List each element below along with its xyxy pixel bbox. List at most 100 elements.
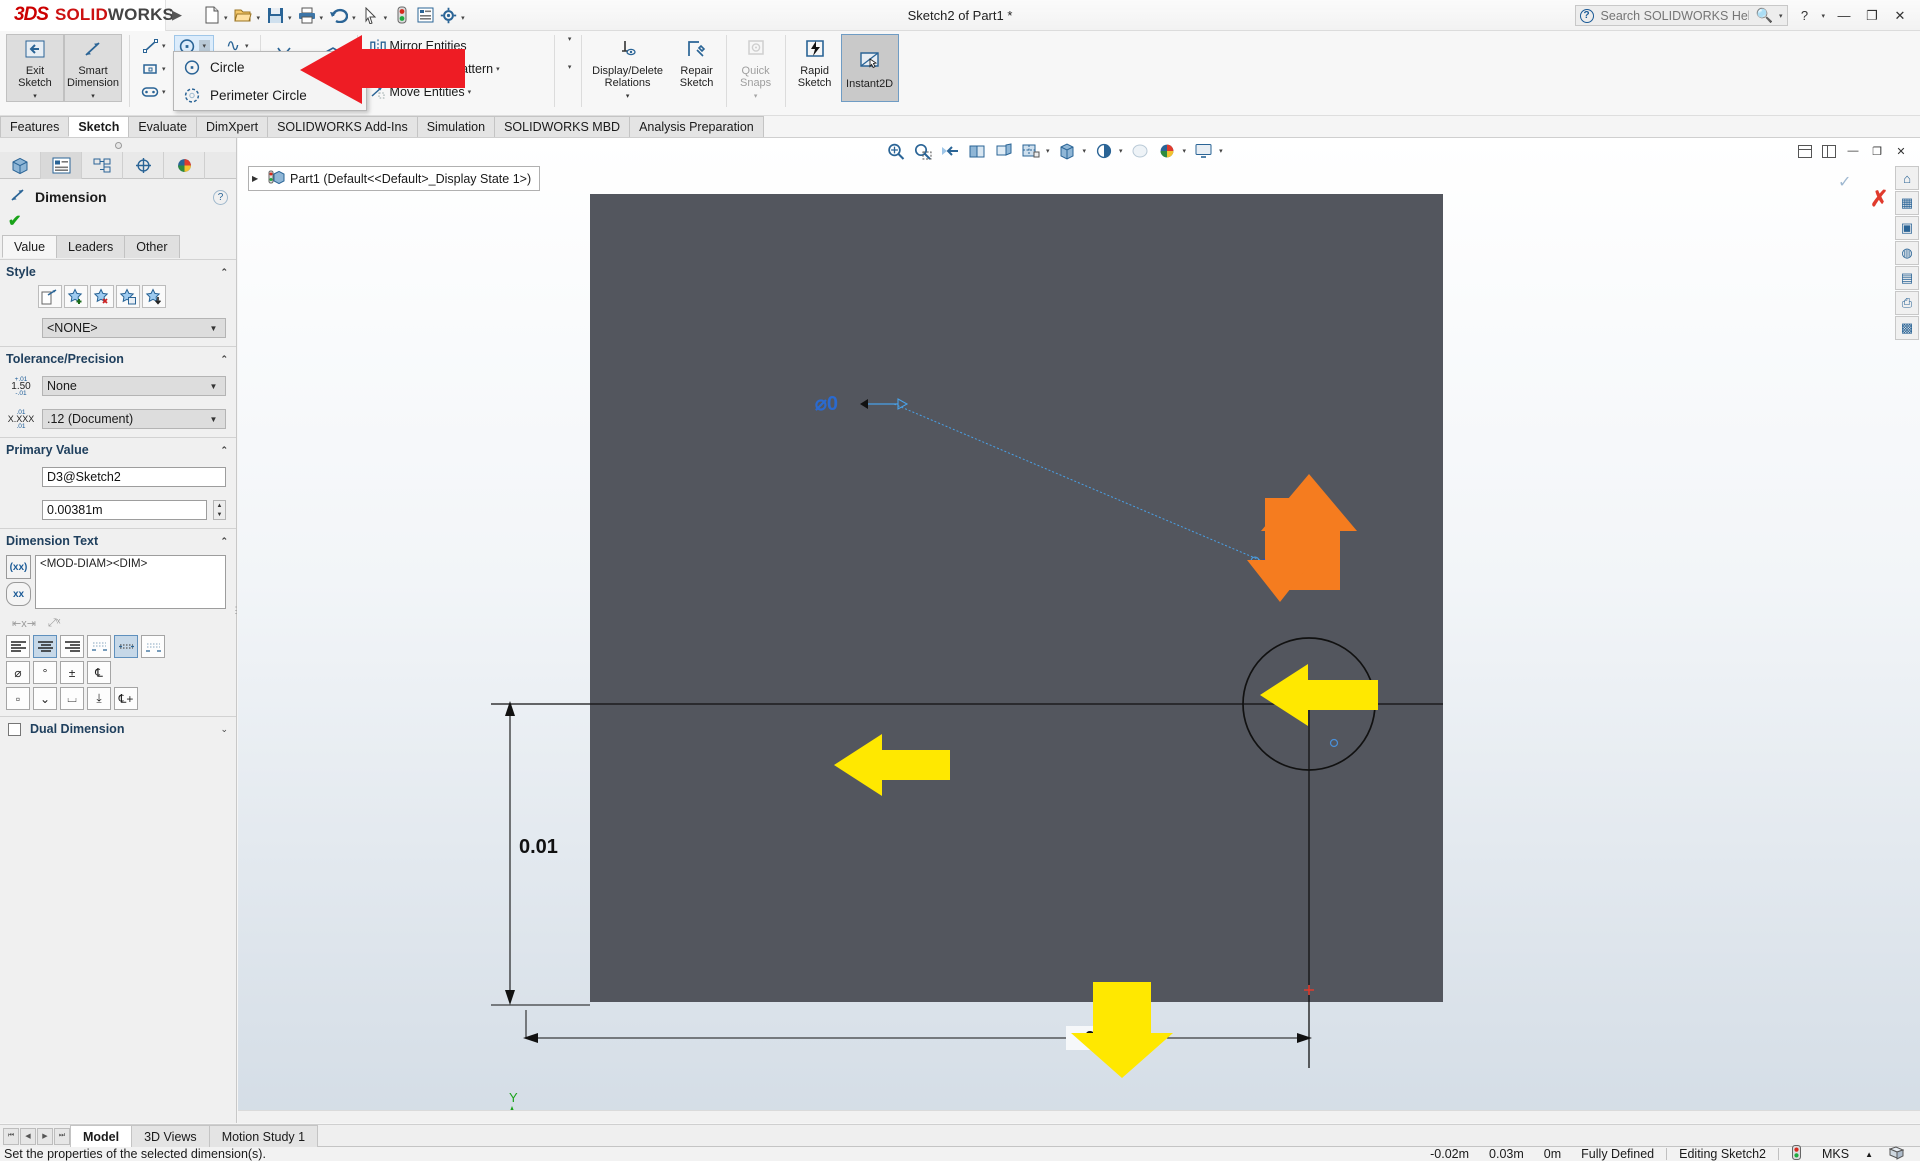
depth-symbol-button[interactable]: ⤓ xyxy=(87,687,111,710)
save-document-caret-icon[interactable]: ▾ xyxy=(287,14,295,22)
leader-text-icon[interactable]: ⤢ˣ xyxy=(48,617,60,630)
stepper-down-icon[interactable]: ▼ xyxy=(214,510,225,519)
dimension-text-section-header[interactable]: Dimension Text ⌃ xyxy=(0,529,236,553)
rectangle-tool-button[interactable]: ▾ xyxy=(137,58,170,80)
stepper-up-icon[interactable]: ▲ xyxy=(214,501,225,510)
panel-pin-handle[interactable] xyxy=(0,138,236,152)
minimize-button[interactable]: — xyxy=(1832,4,1856,28)
open-document-icon[interactable] xyxy=(232,2,255,28)
rapid-sketch-button[interactable]: Rapid Sketch xyxy=(789,34,841,102)
sketch-canvas[interactable]: ⌀0 0.01 0.01 Y X xyxy=(238,138,1920,1123)
chevron-up-icon[interactable]: ⌃ xyxy=(220,354,228,365)
help-icon[interactable]: ? xyxy=(213,189,228,205)
linear-sketch-pattern-button[interactable]: ear Sketch Pattern ▾ xyxy=(365,58,504,80)
plus-minus-symbol-button[interactable]: ± xyxy=(60,661,84,684)
bottom-tab-3d-views[interactable]: 3D Views xyxy=(131,1125,210,1147)
chevron-up-icon[interactable]: ⌃ xyxy=(220,536,228,547)
subtab-value[interactable]: Value xyxy=(2,235,58,258)
counterbore-symbol-button[interactable]: ⌴ xyxy=(60,687,84,710)
tab-solidworks-add-ins[interactable]: SOLIDWORKS Add-Ins xyxy=(267,116,418,137)
flyout-item-circle[interactable]: Circle xyxy=(174,53,366,81)
search-caret-icon[interactable]: ▾ xyxy=(1778,12,1786,20)
add-style-button[interactable] xyxy=(64,285,88,308)
chevron-down-icon[interactable]: ▼ xyxy=(206,382,221,391)
slot-tool-caret-icon[interactable]: ▾ xyxy=(162,88,166,96)
graphics-viewport[interactable]: ▾ ▾ ▾ ▾ ▾ — ❐ ✕ ▶ Part1 (Default<<Defaul… xyxy=(238,138,1920,1123)
precision-select[interactable]: .12 (Document) ▼ xyxy=(42,409,226,429)
tolerance-section-header[interactable]: Tolerance/Precision ⌃ xyxy=(0,347,236,371)
move-entities-caret-icon[interactable]: ▾ xyxy=(468,88,472,96)
tools-caret-top-icon[interactable]: ▾ xyxy=(568,35,572,43)
style-section-header[interactable]: Style ⌃ xyxy=(0,260,236,284)
more-symbols-button[interactable]: ℄+ xyxy=(114,687,138,710)
tab-sketch[interactable]: Sketch xyxy=(68,116,130,137)
restore-button[interactable]: ❐ xyxy=(1860,4,1884,28)
select-caret-icon[interactable]: ▾ xyxy=(383,14,391,22)
file-properties-icon[interactable] xyxy=(414,2,436,28)
previous-tab-icon[interactable]: ◀ xyxy=(20,1127,36,1145)
align-center-button[interactable] xyxy=(33,635,57,658)
first-tab-icon[interactable]: ⏮ xyxy=(3,1127,19,1145)
inspection-dimension-button[interactable]: xx xyxy=(6,582,31,606)
load-style-button[interactable] xyxy=(142,285,166,308)
overlay-toggle-icon[interactable] xyxy=(1879,1145,1914,1161)
search-icon[interactable]: 🔍 xyxy=(1756,7,1773,24)
smart-dimension-dropdown-icon[interactable]: ▾ xyxy=(91,91,95,103)
next-tab-icon[interactable]: ▶ xyxy=(37,1127,53,1145)
chevron-down-icon[interactable]: ⌄ xyxy=(220,724,228,735)
square-symbol-button[interactable]: ▫ xyxy=(6,687,30,710)
select-cursor-icon[interactable] xyxy=(360,2,382,28)
bottom-tab-motion-study-1[interactable]: Motion Study 1 xyxy=(208,1125,319,1147)
repair-sketch-button[interactable]: Repair Sketch xyxy=(671,34,723,102)
undo-caret-icon[interactable]: ▾ xyxy=(351,14,359,22)
degree-symbol-button[interactable]: ° xyxy=(33,661,57,684)
units-caret-icon[interactable]: ▲ xyxy=(1859,1150,1879,1159)
configuration-manager-tab[interactable] xyxy=(82,152,123,179)
dimxpert-manager-tab[interactable] xyxy=(123,152,164,179)
search-input[interactable] xyxy=(1598,7,1751,24)
chevron-down-icon[interactable]: ▼ xyxy=(206,415,221,424)
instant2d-button[interactable]: Instant2D xyxy=(840,34,899,102)
exit-sketch-button[interactable]: Exit Sketch ▾ xyxy=(6,34,64,102)
chevron-symbol-button[interactable]: ⌄ xyxy=(33,687,57,710)
text-middle-button[interactable] xyxy=(114,635,138,658)
line-tool-button[interactable]: ▾ xyxy=(137,35,170,57)
print-document-caret-icon[interactable]: ▾ xyxy=(319,14,327,22)
display-manager-tab[interactable] xyxy=(164,152,205,179)
subtab-other[interactable]: Other xyxy=(124,235,180,258)
no-style-button[interactable] xyxy=(38,285,62,308)
bottom-tab-model[interactable]: Model xyxy=(70,1125,133,1147)
slot-tool-button[interactable]: ▾ xyxy=(137,81,170,103)
display-delete-relations-dropdown-icon[interactable]: ▾ xyxy=(626,91,630,103)
tab-analysis-preparation[interactable]: Analysis Preparation xyxy=(629,116,764,137)
flyout-item-perimeter-circle[interactable]: Perimeter Circle xyxy=(174,81,366,109)
dual-dimension-checkbox[interactable] xyxy=(8,722,21,736)
rebuild-icon[interactable] xyxy=(391,2,413,28)
options-gear-icon[interactable] xyxy=(437,2,459,28)
rectangle-tool-caret-icon[interactable]: ▾ xyxy=(162,65,166,73)
offset-text-icon[interactable]: ⇤x⇥ xyxy=(12,617,36,630)
chevron-up-icon[interactable]: ⌃ xyxy=(220,267,228,278)
smart-dimension-button[interactable]: Smart Dimension ▾ xyxy=(64,34,122,102)
save-style-button[interactable] xyxy=(116,285,140,308)
menu-expand-arrow-icon[interactable]: ▶ xyxy=(166,0,188,31)
align-left-button[interactable] xyxy=(6,635,30,658)
help-caret-icon[interactable]: ▾ xyxy=(1820,12,1828,20)
quick-snaps-button[interactable]: Quick Snaps ▾ xyxy=(730,34,782,102)
property-manager-tab[interactable] xyxy=(41,152,82,179)
chevron-down-icon[interactable]: ▼ xyxy=(206,324,221,333)
primary-value-section-header[interactable]: Primary Value ⌃ xyxy=(0,438,236,462)
dimension-value-field[interactable]: 0.00381m xyxy=(42,500,207,520)
line-tool-caret-icon[interactable]: ▾ xyxy=(162,42,166,50)
save-document-icon[interactable] xyxy=(264,2,286,28)
subtab-leaders[interactable]: Leaders xyxy=(56,235,126,258)
status-units[interactable]: MKS xyxy=(1812,1147,1859,1161)
centerline-symbol-button[interactable]: ℄ xyxy=(87,661,111,684)
help-search-box[interactable]: ? 🔍 ▾ xyxy=(1574,5,1789,26)
dimension-text-field[interactable]: <MOD-DIAM><DIM> xyxy=(35,555,226,609)
new-document-icon[interactable] xyxy=(200,2,222,28)
tab-simulation[interactable]: Simulation xyxy=(416,116,496,137)
display-delete-relations-button[interactable]: Display/Delete Relations ▾ xyxy=(585,34,671,102)
style-select[interactable]: <NONE> ▼ xyxy=(42,318,226,338)
feature-manager-tree-tab[interactable] xyxy=(0,152,41,179)
